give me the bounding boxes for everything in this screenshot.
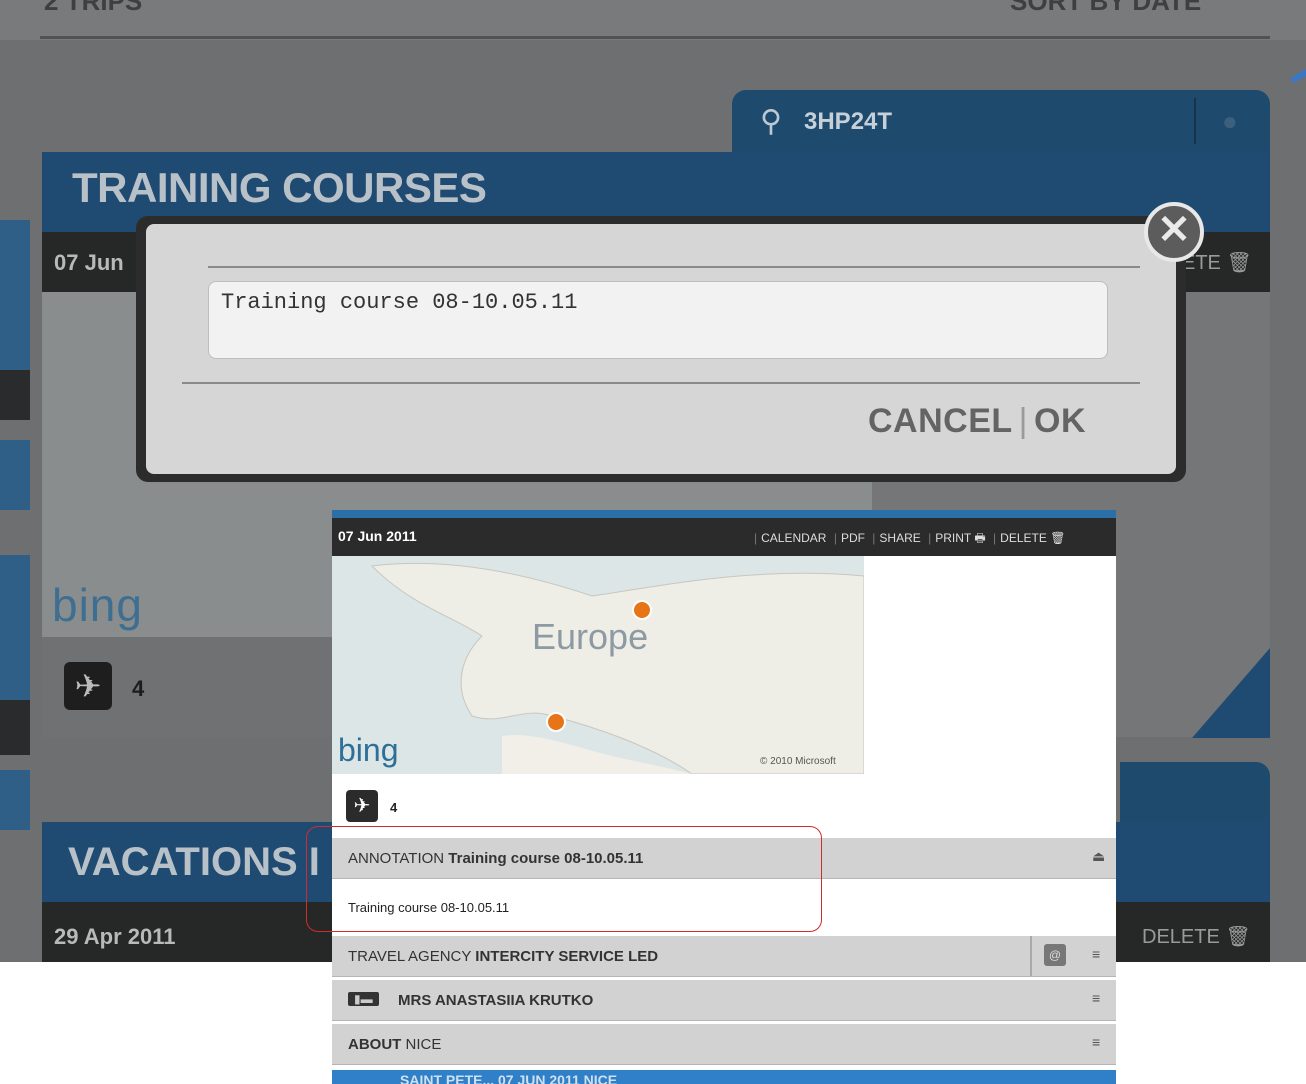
cancel-button[interactable]: CANCEL: [868, 402, 1013, 440]
flight-segment-text: SAINT PETE... 07 JUN 2011 NICE: [400, 1072, 618, 1084]
map[interactable]: Europe bing © 2010 Microsoft: [332, 556, 864, 774]
bing-logo: bing: [52, 579, 143, 631]
travel-agency-label: TRAVEL AGENCY INTERCITY SERVICE LED: [348, 948, 659, 965]
trip-detail-panel: 07 Jun 2011 | CALENDAR | PDF | SHARE | PRINT…: [332, 510, 1116, 1084]
trip-date: 29 Apr 2011: [54, 924, 176, 949]
close-icon[interactable]: ✕: [1144, 202, 1204, 262]
about-row[interactable]: ABOUT NICE ≡: [332, 1024, 1116, 1065]
sort-by-date[interactable]: SORT BY DATE: [1010, 0, 1201, 17]
section-title: TRAINING COURSES: [72, 164, 487, 211]
divider: [1030, 936, 1032, 976]
bing-logo: bing: [338, 732, 399, 768]
left-tab-dark: [0, 700, 30, 755]
highlight-box: [306, 826, 822, 932]
left-tab-dark: [0, 370, 30, 420]
trip-code: 3HP24T: [804, 108, 893, 135]
calendar-link[interactable]: CALENDAR: [761, 531, 826, 545]
plane-icon: ✈: [346, 790, 378, 822]
map-marker[interactable]: [546, 712, 566, 732]
travel-agency-row[interactable]: TRAVEL AGENCY INTERCITY SERVICE LED @ ≡: [332, 936, 1116, 977]
map-copyright: © 2010 Microsoft: [760, 756, 836, 767]
divider: [40, 36, 1270, 39]
annotation-input[interactable]: Training course 08-10.05.11: [208, 281, 1108, 359]
dialog-buttons: CANCEL | OK: [868, 402, 1086, 441]
panel-top-stripe: [332, 510, 1116, 518]
trash-icon: 🗑: [1226, 252, 1252, 274]
share-link[interactable]: SHARE: [879, 531, 920, 545]
left-tab[interactable]: [0, 770, 30, 830]
divider: [182, 382, 1140, 384]
trash-icon: 🗑: [1225, 926, 1251, 948]
about-label: ABOUT NICE: [348, 1036, 442, 1053]
map-pin-icon: ⚲: [760, 105, 782, 138]
printer-icon[interactable]: 🖶: [974, 531, 985, 545]
panel-date-bar: 07 Jun 2011 | CALENDAR | PDF | SHARE | PRINT…: [332, 518, 1116, 556]
expand-icon[interactable]: ≡: [1092, 990, 1100, 1006]
trip-code-tab[interactable]: ⚲ 3HP24T ●: [732, 90, 1270, 152]
map-region-label: Europe: [532, 616, 649, 657]
trip-date: 07 Jun 2011: [338, 528, 417, 544]
divider: [208, 266, 1140, 268]
trip-count: 2 TRIPS: [44, 0, 143, 16]
traveler-name: MRS ANASTASIIA KRUTKO: [398, 992, 594, 1009]
flight-count: 4: [390, 800, 398, 815]
left-tab[interactable]: [0, 555, 30, 700]
map-land: [370, 562, 864, 774]
button-separator: |: [1018, 402, 1029, 440]
person-icon: ▮▬: [348, 992, 379, 1006]
section-title: VACATIONS I: [68, 840, 320, 884]
delete-link[interactable]: DELETE: [1000, 531, 1047, 545]
pdf-link[interactable]: PDF: [841, 531, 865, 545]
flight-count: 4: [132, 676, 145, 701]
left-tab[interactable]: [0, 220, 30, 370]
trip-code-tab[interactable]: [1120, 762, 1270, 824]
traveler-row[interactable]: ▮▬ MRS ANASTASIIA KRUTKO ≡: [332, 980, 1116, 1021]
panel-actions: | CALENDAR | PDF | SHARE | PRINT 🖶 | DELETE 🗑: [754, 531, 1066, 545]
plane-icon: ✈: [64, 662, 112, 710]
print-link[interactable]: PRINT: [935, 531, 971, 545]
collapse-icon[interactable]: ⏏: [1092, 848, 1105, 865]
delete-button[interactable]: DELETE 🗑: [1142, 924, 1251, 949]
trip-date: 07 Jun: [54, 250, 124, 275]
comment-icon[interactable]: ●: [1222, 106, 1238, 137]
flight-segment-bar[interactable]: SAINT PETE... 07 JUN 2011 NICE: [332, 1070, 1116, 1084]
expand-icon[interactable]: ≡: [1092, 946, 1100, 962]
trash-icon[interactable]: 🗑: [1050, 531, 1065, 545]
divider: [1194, 98, 1196, 144]
email-icon[interactable]: @: [1044, 944, 1066, 966]
expand-icon[interactable]: ≡: [1092, 1034, 1100, 1050]
map-marker[interactable]: [632, 600, 652, 620]
ok-button[interactable]: OK: [1034, 402, 1086, 440]
left-tab[interactable]: [0, 440, 30, 510]
